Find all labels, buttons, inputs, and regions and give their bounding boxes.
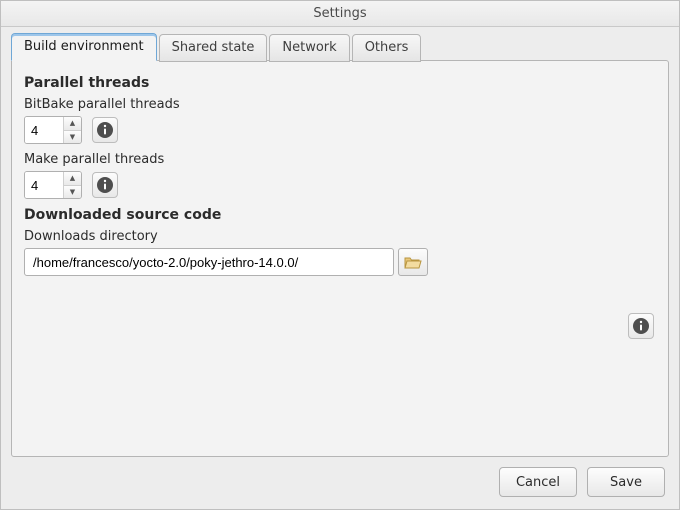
bitbake-spin-up[interactable]: ▲ xyxy=(64,117,81,130)
make-spin-buttons: ▲ ▼ xyxy=(63,172,81,198)
content-area: Build environment Shared state Network O… xyxy=(1,27,679,457)
bitbake-threads-spinbox[interactable]: ▲ ▼ xyxy=(24,116,82,144)
dialog-button-bar: Cancel Save xyxy=(1,457,679,509)
downloads-browse-button[interactable] xyxy=(398,248,428,276)
section-parallel-threads: Parallel threads xyxy=(24,75,656,91)
folder-open-icon xyxy=(404,255,422,269)
make-threads-spinbox[interactable]: ▲ ▼ xyxy=(24,171,82,199)
settings-window: Settings Build environment Shared state … xyxy=(0,0,680,510)
save-button[interactable]: Save xyxy=(587,467,665,497)
window-title: Settings xyxy=(1,1,679,27)
row-make-threads: ▲ ▼ xyxy=(24,171,656,199)
section-downloaded-source: Downloaded source code xyxy=(24,207,656,223)
bitbake-spin-buttons: ▲ ▼ xyxy=(63,117,81,143)
make-spin-down[interactable]: ▼ xyxy=(64,185,81,199)
tab-network[interactable]: Network xyxy=(269,34,349,62)
tab-shared-state[interactable]: Shared state xyxy=(159,34,268,62)
tabpanel-build-environment: Parallel threads BitBake parallel thread… xyxy=(11,60,669,457)
bitbake-info-button[interactable] xyxy=(92,117,118,143)
info-icon xyxy=(96,176,114,194)
label-make-threads: Make parallel threads xyxy=(24,152,656,167)
info-icon xyxy=(632,317,650,335)
tabstrip: Build environment Shared state Network O… xyxy=(11,33,669,61)
row-downloads-directory xyxy=(24,248,656,276)
label-downloads-directory: Downloads directory xyxy=(24,229,656,244)
downloads-info-button[interactable] xyxy=(628,313,654,339)
bitbake-spin-down[interactable]: ▼ xyxy=(64,130,81,144)
bitbake-threads-input[interactable] xyxy=(25,117,63,143)
row-bitbake-threads: ▲ ▼ xyxy=(24,116,656,144)
label-bitbake-threads: BitBake parallel threads xyxy=(24,97,656,112)
info-icon xyxy=(96,121,114,139)
make-spin-up[interactable]: ▲ xyxy=(64,172,81,185)
tab-others[interactable]: Others xyxy=(352,34,422,62)
make-threads-input[interactable] xyxy=(25,172,63,198)
downloads-directory-input[interactable] xyxy=(24,248,394,276)
make-info-button[interactable] xyxy=(92,172,118,198)
tab-build-environment[interactable]: Build environment xyxy=(11,33,157,61)
cancel-button[interactable]: Cancel xyxy=(499,467,577,497)
